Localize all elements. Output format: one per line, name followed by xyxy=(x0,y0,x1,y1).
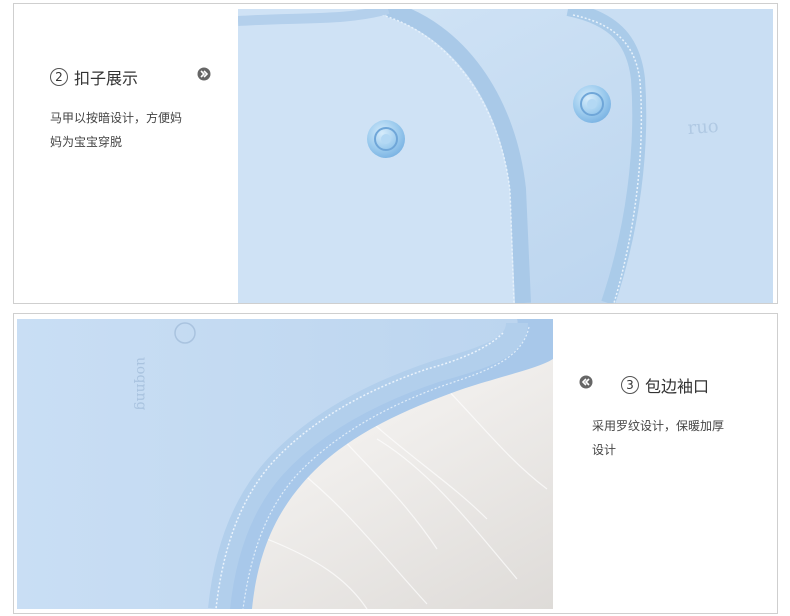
product-photo-cuff-edge: uoqnng xyxy=(17,319,553,609)
double-chevron-left-icon xyxy=(579,375,593,389)
svg-text:ruo: ruo xyxy=(687,116,719,139)
feature-title: 3 包边袖口 xyxy=(621,373,709,397)
feature-number-badge: 2 xyxy=(50,68,68,86)
snap-button-icon xyxy=(573,85,611,123)
feature-description: 采用罗纹设计，保暖加厚 设计 xyxy=(592,414,767,462)
product-photo-snap-buttons: ruo xyxy=(238,9,773,303)
double-chevron-right-icon xyxy=(197,67,211,81)
feature-panel-buttons: 2 扣子展示 马甲以按暗设计，方便妈 妈为宝宝穿脱 ruo xyxy=(13,3,778,304)
feature-panel-cuff: uoqnng 3 包边袖口 采用罗纹设计，保暖加厚 设计 xyxy=(13,313,778,614)
feature-description: 马甲以按暗设计，方便妈 妈为宝宝穿脱 xyxy=(50,106,200,154)
feature-description-line: 设计 xyxy=(592,443,617,457)
svg-text:uoqnng: uoqnng xyxy=(133,357,149,410)
feature-number-badge: 3 xyxy=(621,376,639,394)
feature-description-line: 妈为宝宝穿脱 xyxy=(50,135,123,149)
snap-button-icon xyxy=(367,120,405,158)
feature-title: 2 扣子展示 xyxy=(50,65,138,89)
feature-description-line: 采用罗纹设计，保暖加厚 xyxy=(592,419,725,433)
feature-description-line: 马甲以按暗设计，方便妈 xyxy=(50,111,183,125)
feature-title-text: 扣子展示 xyxy=(74,69,139,88)
feature-title-text: 包边袖口 xyxy=(645,377,710,396)
